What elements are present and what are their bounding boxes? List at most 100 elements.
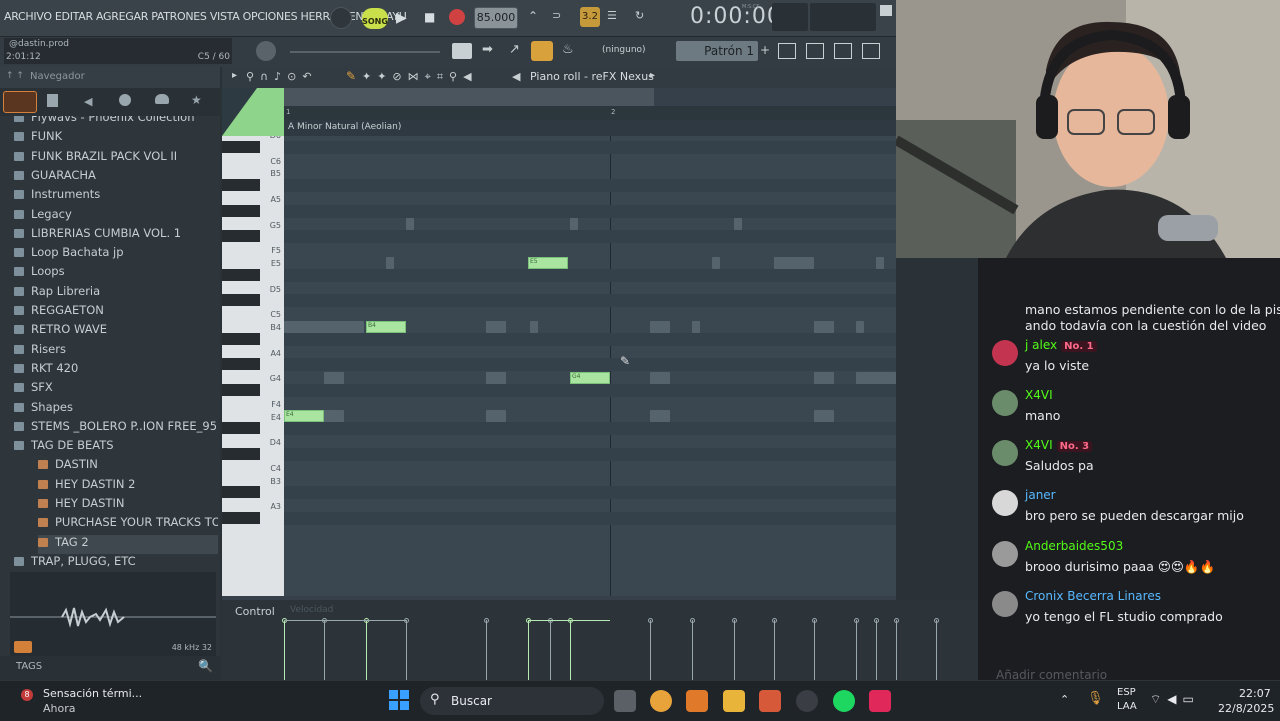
tab-cloud-icon[interactable] (155, 94, 169, 104)
browser-folder[interactable]: RETRO WAVE (14, 322, 218, 341)
pencil-icon[interactable]: ✎ (346, 69, 356, 83)
velocity-handle[interactable] (732, 618, 737, 623)
piano-keyboard-icon[interactable] (452, 43, 472, 59)
time-display[interactable]: 0:00:00 (690, 4, 782, 29)
browser-folder[interactable]: Shapes (14, 400, 218, 419)
velocity-bars[interactable] (282, 618, 978, 680)
pattern-selector[interactable]: Patrón 1 (676, 41, 758, 61)
playlist-link-icon[interactable]: ↗ (509, 42, 520, 57)
chat-username[interactable]: X4VI (1025, 388, 1053, 402)
preview-play-icon[interactable] (14, 641, 32, 653)
language-code[interactable]: ESP (1117, 687, 1136, 698)
velocity-bar[interactable] (550, 620, 551, 680)
browser-folder[interactable]: Flywavs - Phoenix Collection (14, 116, 218, 129)
browser-folder[interactable]: FUNK (14, 129, 218, 148)
velocity-handle[interactable] (648, 618, 653, 623)
velocity-handle[interactable] (934, 618, 939, 623)
chat-username[interactable]: Cronix Becerra Linares (1025, 589, 1161, 603)
browser-subfolder[interactable]: HEY DASTIN (38, 496, 218, 515)
tray-status-icons[interactable]: ⌔◀▭ (1150, 692, 1200, 707)
black-key[interactable] (222, 268, 260, 281)
velocity-handle[interactable] (484, 618, 489, 623)
start-icon[interactable] (389, 690, 409, 710)
velocity-handle[interactable] (690, 618, 695, 623)
browser-folder[interactable]: Instruments (14, 187, 218, 206)
black-key[interactable] (222, 140, 260, 153)
midi-note[interactable]: G4 (570, 371, 610, 384)
tiktok-icon[interactable] (869, 690, 891, 712)
velocity-bar[interactable] (650, 620, 651, 680)
velocity-bar[interactable] (284, 620, 285, 680)
wait-input-icon[interactable]: ⊃ (552, 9, 561, 22)
link-icon[interactable] (531, 41, 553, 61)
record-icon[interactable] (449, 9, 465, 25)
velocity-handle[interactable] (772, 618, 777, 623)
browser-subfolder[interactable]: TAG 2 (38, 534, 218, 554)
clock-time[interactable]: 22:07 (1239, 687, 1271, 700)
velocity-handle[interactable] (874, 618, 879, 623)
black-key[interactable] (222, 448, 260, 460)
piano-keyboard[interactable]: D6 C6 B5 A5 G5 F5 E5 D5 C5 B4 A4 G4 F4 E4 D4 C4 B3 A3 (222, 136, 284, 596)
browser-folder[interactable]: GUARACHA (14, 168, 218, 187)
browser-folder[interactable]: Risers (14, 342, 218, 361)
tab-star-icon[interactable]: ★ (191, 93, 202, 107)
speaker-icon[interactable]: ◀ (512, 70, 520, 83)
user-avatar[interactable] (992, 541, 1018, 567)
chat-username[interactable]: Anderbaides503 (1025, 539, 1123, 553)
browser-folder[interactable]: REGGAETON (14, 303, 218, 322)
velocity-bar[interactable] (774, 620, 775, 680)
velocity-handle[interactable] (812, 618, 817, 623)
black-key[interactable] (222, 486, 260, 499)
file-explorer-icon[interactable] (723, 690, 745, 712)
velocity-handle[interactable] (894, 618, 899, 623)
weather-icon[interactable]: 8 (16, 689, 38, 711)
black-key[interactable] (222, 358, 260, 371)
black-key[interactable] (222, 512, 260, 524)
edit-tool-icons[interactable]: ✦✦⊘⋈⌖⌗⚲◀ (362, 70, 478, 84)
velocity-bar[interactable] (692, 620, 693, 680)
scale-label[interactable]: A Minor Natural (Aeolian) (288, 122, 401, 132)
velocity-bar[interactable] (734, 620, 735, 680)
browser-subfolder[interactable]: PURCHASE YOUR TRACKS TODAY TAG (38, 515, 218, 534)
chat-username[interactable]: X4VI No. 3 (1025, 438, 1093, 452)
task-view-icon[interactable] (614, 690, 636, 712)
browser-folder[interactable]: LIBRERIAS CUMBIA VOL. 1 (14, 226, 218, 245)
window-icon[interactable] (880, 5, 892, 16)
menu-arrow-icon[interactable]: ▸ (232, 70, 237, 81)
chat-username[interactable]: j alex No. 1 (1025, 338, 1097, 352)
office-icon[interactable] (759, 690, 781, 712)
velocity-bar[interactable] (324, 620, 325, 680)
blend-icon[interactable]: ☰ (607, 9, 617, 22)
play-icon[interactable]: ▶ (396, 10, 407, 26)
browser-folder[interactable]: Loops (14, 264, 218, 283)
user-avatar[interactable] (992, 591, 1018, 617)
tab-speaker-icon[interactable]: ◀ (84, 95, 92, 108)
tab-all-icon[interactable] (3, 91, 37, 113)
step-size-button[interactable]: 3.2 (580, 7, 600, 27)
microphone-icon[interactable]: 🎙 (1087, 691, 1104, 706)
spotify-icon[interactable] (833, 690, 855, 712)
tempo-display[interactable]: 85.000 (474, 7, 518, 29)
velocity-bar[interactable] (856, 620, 857, 680)
velocity-handle[interactable] (854, 618, 859, 623)
arrow-right-icon[interactable]: ➡ (482, 42, 493, 57)
chat-username[interactable]: janer (1025, 488, 1056, 502)
browser-folder[interactable]: STEMS _BOLERO P..ION FREE_95 BPM (14, 419, 218, 438)
velocity-bar[interactable] (486, 620, 487, 680)
user-avatar[interactable] (992, 490, 1018, 516)
tab-files-icon[interactable] (47, 94, 58, 107)
plugin-icon[interactable] (862, 43, 880, 59)
search-box[interactable]: ⚲ Buscar (420, 687, 604, 715)
velocity-bar[interactable] (406, 620, 407, 680)
tab-plugin-icon[interactable] (119, 94, 131, 106)
browser-subfolder[interactable]: DASTIN (38, 457, 218, 476)
metronome-icon[interactable]: ⌃ (528, 9, 538, 23)
velocity-bar[interactable] (876, 620, 877, 680)
velocity-bar[interactable] (528, 620, 529, 680)
black-key[interactable] (222, 179, 260, 192)
pattern-overview[interactable] (284, 88, 654, 106)
channel-rack-icon[interactable] (806, 43, 824, 59)
midi-note[interactable]: E4 (284, 410, 324, 423)
browser-folder[interactable]: FUNK BRAZIL PACK VOL II (14, 149, 218, 168)
black-key[interactable] (222, 332, 260, 345)
